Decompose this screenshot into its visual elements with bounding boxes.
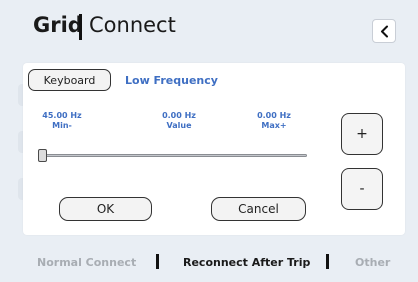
tab-reconnect-after-trip[interactable]: Reconnect After Trip <box>183 256 310 269</box>
chevron-left-icon <box>381 25 388 38</box>
dialog-title: Low Frequency <box>125 74 218 87</box>
current-readout: 0.00 Hz Value <box>157 111 201 131</box>
frequency-slider-track[interactable] <box>41 154 307 157</box>
current-label: Value <box>166 121 192 130</box>
cancel-button[interactable]: Cancel <box>211 197 306 221</box>
app-header: Grid Connect <box>0 0 418 60</box>
back-button[interactable] <box>372 19 396 43</box>
max-label: Max+ <box>261 121 287 130</box>
frequency-slider-thumb[interactable] <box>38 149 47 162</box>
brand-divider <box>79 14 82 40</box>
bottom-tab-bar: Normal Connect Reconnect After Trip Othe… <box>0 253 418 275</box>
min-value: 45.00 Hz <box>42 111 82 120</box>
min-readout: 45.00 Hz Min- <box>40 111 84 131</box>
max-readout: 0.00 Hz Max+ <box>252 111 296 131</box>
current-value: 0.00 Hz <box>162 111 196 120</box>
keyboard-button[interactable]: Keyboard <box>28 69 111 91</box>
max-value: 0.00 Hz <box>257 111 291 120</box>
increment-button[interactable]: + <box>341 113 383 155</box>
brand-connect: Connect <box>89 13 176 37</box>
decrement-button[interactable]: - <box>341 168 383 210</box>
tab-other[interactable]: Other <box>355 256 390 269</box>
tab-divider <box>326 254 329 269</box>
frequency-dialog: Keyboard Low Frequency 45.00 Hz Min- 0.0… <box>23 63 405 235</box>
tab-normal-connect[interactable]: Normal Connect <box>37 256 136 269</box>
min-label: Min- <box>52 121 72 130</box>
ok-button[interactable]: OK <box>59 197 152 221</box>
brand-grid: Grid <box>33 13 83 37</box>
tab-divider <box>156 254 159 269</box>
